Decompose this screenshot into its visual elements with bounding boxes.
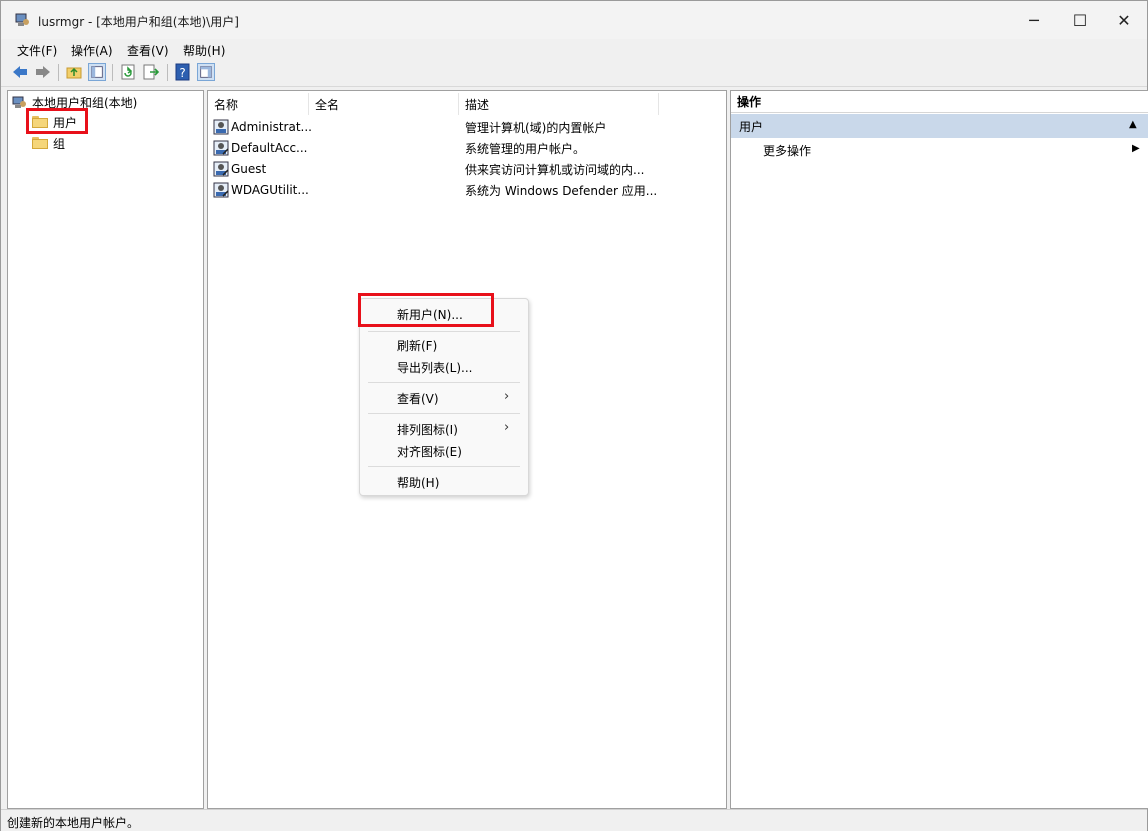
user-icon <box>213 161 229 177</box>
more-actions-item[interactable]: 更多操作 <box>763 142 811 159</box>
row-name: WDAGUtilit... <box>231 183 309 197</box>
row-description: 系统为 Windows Defender 应用... <box>465 183 658 198</box>
highlight-box-users <box>26 108 88 134</box>
chevron-right-icon: › <box>504 420 510 435</box>
back-arrow-icon[interactable] <box>11 63 29 81</box>
row-description: 供来宾访问计算机或访问域的内... <box>465 162 645 177</box>
tree-item-groups-label: 组 <box>53 136 66 151</box>
row-description: 管理计算机(域)的内置帐户 <box>465 120 607 135</box>
column-header-fullname[interactable]: 全名 <box>309 93 459 115</box>
context-item-refresh[interactable]: 刷新(F) <box>397 337 437 354</box>
menu-file[interactable]: 文件(F) <box>17 42 57 59</box>
submenu-right-icon: ▶ <box>1132 143 1140 154</box>
status-text: 创建新的本地用户帐户。 <box>7 816 140 830</box>
actions-pane: 操作 用户 ▲ 更多操作 ▶ <box>730 90 1148 809</box>
collapse-up-icon[interactable]: ▲ <box>1129 119 1137 130</box>
row-name: Guest <box>231 162 267 176</box>
maximize-button[interactable]: ☐ <box>1057 1 1103 39</box>
toolbar: ? <box>1 59 1147 87</box>
user-icon <box>213 182 229 198</box>
actions-section-users[interactable]: 用户 ▲ <box>731 114 1148 138</box>
context-item-help[interactable]: 帮助(H) <box>397 474 439 491</box>
minimize-button[interactable]: ─ <box>1011 1 1057 39</box>
svg-text:?: ? <box>179 66 185 80</box>
user-icon <box>213 119 229 135</box>
menu-help[interactable]: 帮助(H) <box>183 42 225 59</box>
status-bar: 创建新的本地用户帐户。 <box>1 809 1147 831</box>
highlight-box-new-user <box>358 293 494 327</box>
show-hide-action-pane-icon[interactable] <box>197 63 215 81</box>
column-header-name[interactable]: 名称 <box>208 93 309 115</box>
context-item-arrange-icons[interactable]: 排列图标(I) <box>397 421 458 438</box>
actions-section-label: 用户 <box>739 119 764 134</box>
column-header-description[interactable]: 描述 <box>459 93 659 115</box>
menu-view[interactable]: 查看(V) <box>127 42 169 59</box>
chevron-right-icon: › <box>504 389 510 404</box>
context-item-export-list[interactable]: 导出列表(L)... <box>397 359 473 376</box>
close-button[interactable]: ✕ <box>1101 1 1147 39</box>
menu-action[interactable]: 操作(A) <box>71 42 113 59</box>
refresh-icon[interactable] <box>119 63 137 81</box>
row-name: Administrat... <box>231 120 312 134</box>
up-folder-icon[interactable] <box>65 63 83 81</box>
export-list-icon[interactable] <box>142 63 160 81</box>
console-tree: 本地用户和组(本地) 用户 组 <box>7 90 204 809</box>
help-icon[interactable]: ? <box>174 63 192 81</box>
row-name: DefaultAcc... <box>231 141 308 155</box>
folder-icon <box>32 137 48 149</box>
window-title: lusrmgr - [本地用户和组(本地)\用户] <box>38 15 239 29</box>
context-item-view[interactable]: 查看(V) <box>397 390 439 407</box>
title-bar: lusrmgr - [本地用户和组(本地)\用户] ─ ☐ ✕ <box>1 1 1147 39</box>
mmc-window: lusrmgr - [本地用户和组(本地)\用户] ─ ☐ ✕ 文件(F) 操作… <box>0 0 1148 831</box>
forward-arrow-icon[interactable] <box>34 63 52 81</box>
show-hide-tree-icon[interactable] <box>88 63 106 81</box>
context-item-line-up-icons[interactable]: 对齐图标(E) <box>397 443 462 460</box>
tree-item-groups[interactable]: 组 <box>32 134 65 152</box>
menu-bar: 文件(F) 操作(A) 查看(V) 帮助(H) <box>1 39 1147 59</box>
app-icon <box>15 13 29 26</box>
row-description: 系统管理的用户帐户。 <box>465 141 586 156</box>
user-icon <box>213 140 229 156</box>
context-menu: 新用户(N)... 刷新(F) 导出列表(L)... 查看(V) › 排列图标(… <box>359 298 529 496</box>
actions-header: 操作 <box>731 91 1148 113</box>
